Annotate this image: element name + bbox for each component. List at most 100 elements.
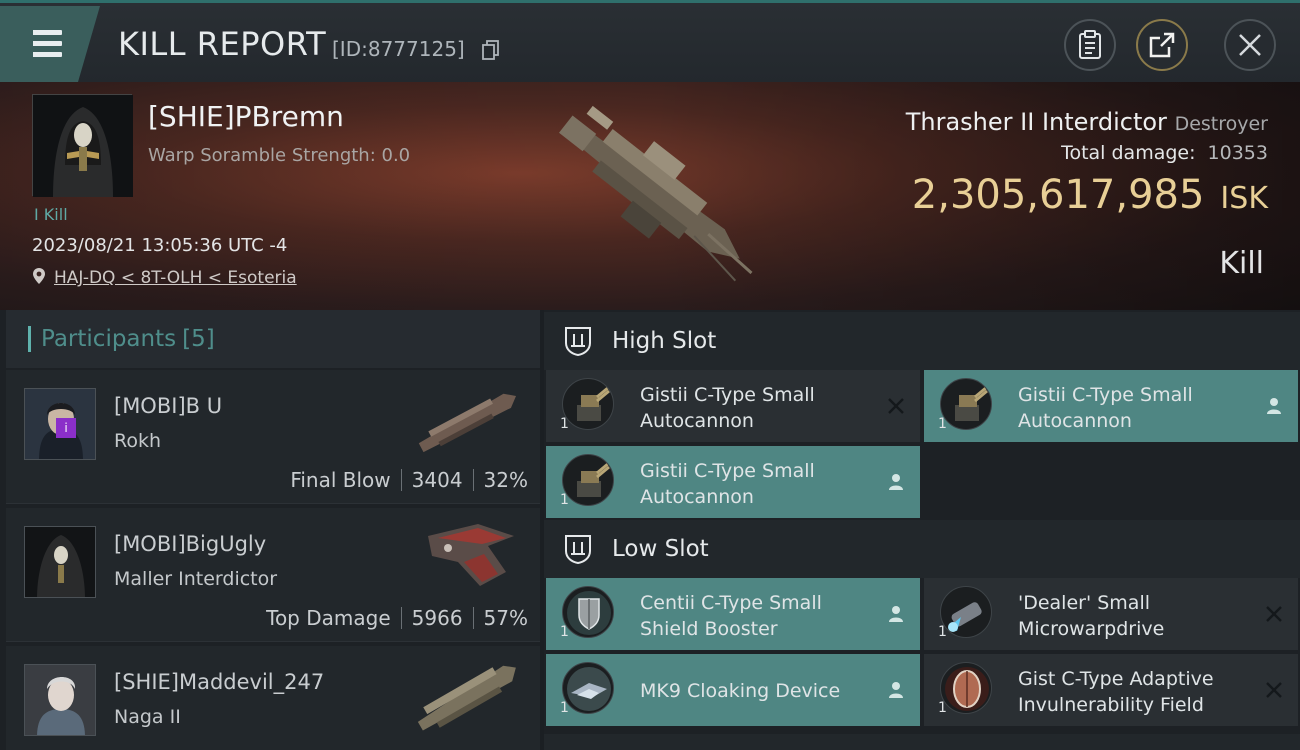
victim-name[interactable]: [SHIE]PBremn [148,100,344,133]
module-item[interactable]: 1 Gistii C-Type Small Autocannon [924,370,1298,442]
module-item[interactable]: 1 'Dealer' Small Microwarpdrive [924,578,1298,650]
isk-value: 2,305,617,985 ISK [912,172,1268,218]
isk-amount: 2,305,617,985 [911,172,1205,218]
person-icon [889,606,903,622]
participant-row[interactable]: [MOBI]BigUgly Maller Interdictor Top Dam… [6,508,540,642]
low-slot-header: Low Slot [544,520,1300,578]
module-name: Centii C-Type Small Shield Booster [640,592,822,640]
participants-header[interactable]: Participants [5] [6,310,540,368]
info-badge-icon: i [56,418,76,438]
destroyed-x-icon [1266,682,1282,698]
module-qty: 1 [938,624,947,640]
separator [400,607,402,629]
participant-ship-image [418,393,517,453]
share-icon [1149,32,1175,58]
close-icon [1239,34,1261,56]
module-qty: 1 [938,416,947,432]
kill-tag: I Kill [34,205,68,224]
cloaking-device-icon [562,662,614,714]
low-slot-label: Low Slot [612,536,709,562]
participant-stats: Final Blow 3404 32% [290,468,528,492]
module-qty: 1 [560,416,569,432]
isk-unit: ISK [1220,181,1268,216]
module-name: Gistii C-Type Small Autocannon [640,460,815,508]
victim-avatar[interactable] [32,94,133,197]
autocannon-icon [562,454,614,506]
total-damage-value: 10353 [1207,142,1268,164]
victim-banner: [SHIE]PBremn Warp Soramble Strength: 0.0… [0,82,1300,310]
module-name: 'Dealer' Small Microwarpdrive [1018,592,1165,640]
header-accent-bar [28,326,31,352]
person-icon [1267,398,1281,414]
participant-avatar[interactable] [24,526,96,598]
close-button[interactable] [1224,19,1276,71]
participants-count: [5] [182,326,215,352]
high-slot-icon [565,327,591,357]
participant-stats: Top Damage 5966 57% [266,606,528,630]
autocannon-icon [940,378,992,430]
autocannon-icon [562,378,614,430]
clipboard-icon [1079,30,1101,59]
report-id: [ID:8777125] [332,37,465,61]
total-damage-label: Total damage: [1061,142,1196,164]
module-qty: 1 [560,624,569,640]
participant-percent: 57% [483,606,528,630]
participant-percent: 32% [483,468,528,492]
location-pin-icon [33,268,45,284]
fittings-panel: High Slot 1 Gistii C-Type Small Autocann… [544,310,1300,750]
warp-scramble-strength: Warp Soramble Strength: 0.0 [148,145,411,166]
participant-ship: Rokh [114,430,162,452]
victim-ship-image [559,105,753,282]
shield-booster-icon [562,586,614,638]
module-name: Gistii C-Type Small Autocannon [640,384,815,432]
module-item[interactable]: 1 Gistii C-Type Small Autocannon [546,370,920,442]
high-slot-header: High Slot [544,312,1300,370]
separator [400,469,402,491]
kill-datetime: 2023/08/21 13:05:36 UTC -4 [32,235,288,256]
copy-icon[interactable] [482,40,500,60]
menu-button[interactable] [0,6,100,82]
invulnerability-field-icon [940,662,992,714]
person-icon [889,682,903,698]
microwarpdrive-icon [940,586,992,638]
module-item[interactable]: 1 MK9 Cloaking Device [546,654,920,726]
module-name: MK9 Cloaking Device [640,680,841,702]
module-name: Gistii C-Type Small Autocannon [1018,384,1193,432]
high-slot-label: High Slot [612,328,717,354]
destroyed-x-icon [888,398,904,414]
participant-avatar[interactable] [24,664,96,736]
module-item[interactable]: 1 Gistii C-Type Small Autocannon [546,446,920,518]
participant-role: Final Blow [290,468,391,492]
separator [472,469,474,491]
separator [472,607,474,629]
hamburger-icon [24,30,62,58]
ship-name: Thrasher II Interdictor [905,108,1167,136]
participant-ship: Maller Interdictor [114,568,278,590]
next-slot-header [544,734,1300,750]
low-slot-icon [565,535,591,565]
total-damage: Total damage: 10353 [1061,142,1268,164]
top-bar: KILL REPORT [ID:8777125] [0,0,1300,82]
module-item[interactable]: 1 Centii C-Type Small Shield Booster [546,578,920,650]
participant-name: [MOBI]B U [114,394,223,418]
page-title: KILL REPORT [118,25,327,63]
module-qty: 1 [938,700,947,716]
participants-panel: Participants [5] i [MOBI]B U Rokh Final … [0,310,540,750]
location-link[interactable]: HAJ-DQ < 8T-OLH < Esoteria [54,268,297,288]
participant-row[interactable]: i [MOBI]B U Rokh Final Blow 3404 32% [6,370,540,504]
participant-name: [SHIE]Maddevil_247 [114,670,325,694]
report-result: Kill [1219,246,1264,281]
module-name: Gist C-Type Adaptive Invulnerability Fie… [1018,668,1214,716]
participant-damage: 5966 [411,606,463,630]
participant-row[interactable]: [SHIE]Maddevil_247 Naga II [6,646,540,750]
person-icon [889,474,903,490]
participants-label: Participants [41,326,177,352]
share-button[interactable] [1136,19,1188,71]
participant-damage: 3404 [411,468,463,492]
participant-name: [MOBI]BigUgly [114,532,267,556]
participant-ship: Naga II [114,706,181,728]
module-item[interactable]: 1 Gist C-Type Adaptive Invulnerability F… [924,654,1298,726]
victim-ship-class: Thrasher II Interdictor Destroyer [906,108,1268,136]
participant-ship-image [417,665,516,731]
clipboard-button[interactable] [1064,19,1116,71]
